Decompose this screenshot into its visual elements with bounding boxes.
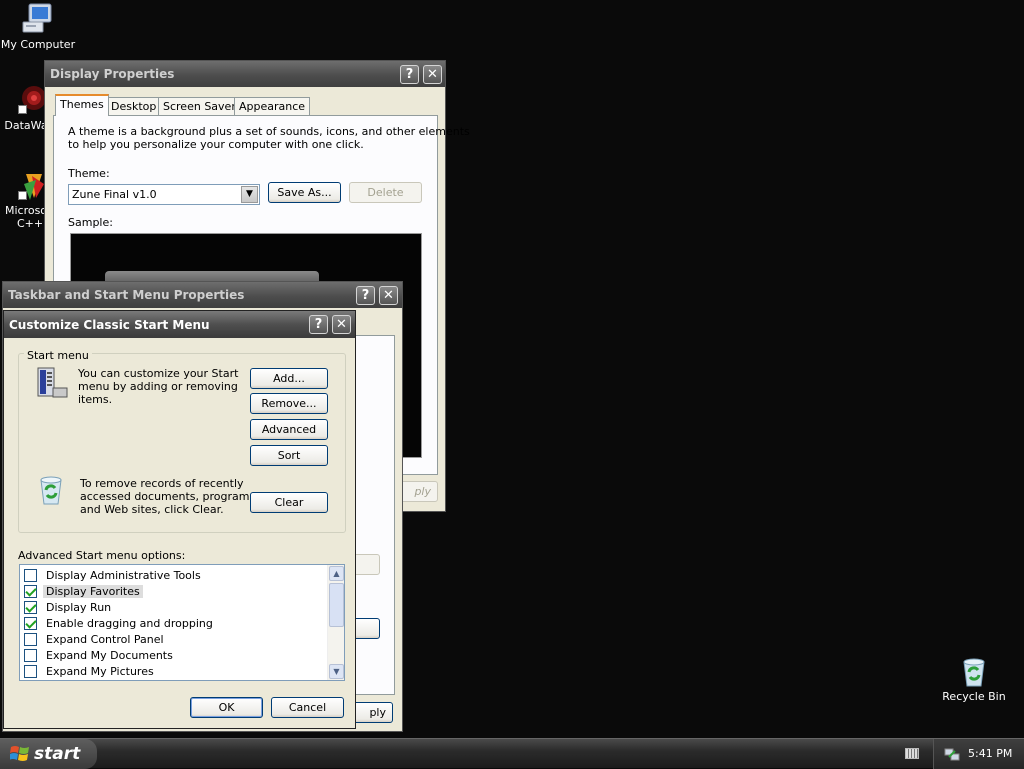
shortcut-arrow-icon xyxy=(18,191,27,200)
windows-logo-icon xyxy=(10,746,29,761)
network-icon[interactable] xyxy=(944,746,960,762)
list-item[interactable]: Display Favorites xyxy=(24,583,143,599)
theme-description-line2: to help you personalize your computer wi… xyxy=(68,138,364,151)
visual-cpp-icon xyxy=(14,170,46,202)
scroll-up-button[interactable]: ▲ xyxy=(329,566,344,581)
scroll-down-button[interactable]: ▼ xyxy=(329,664,344,679)
list-item[interactable]: Expand My Pictures xyxy=(24,663,157,679)
list-item[interactable]: Display Administrative Tools xyxy=(24,567,204,583)
tab-screen-saver[interactable]: Screen Saver xyxy=(158,97,241,115)
option-checkbox[interactable] xyxy=(24,584,37,598)
tab-themes[interactable]: Themes xyxy=(55,94,109,116)
customize-start-menu-dialog: Customize Classic Start Menu ? ✕ Start m… xyxy=(3,310,356,729)
option-label: Display Administrative Tools xyxy=(46,568,201,582)
computer-icon xyxy=(22,3,52,33)
dialog-title: Customize Classic Start Menu xyxy=(9,317,210,332)
scroll-thumb[interactable] xyxy=(329,583,344,627)
sample-label: Sample: xyxy=(68,216,113,229)
advanced-button[interactable]: Advanced xyxy=(250,419,328,440)
advanced-options-list[interactable]: Display Administrative Tools Display Favo… xyxy=(19,564,345,681)
start-menu-group-label: Start menu xyxy=(24,349,92,362)
list-item[interactable]: Expand Control Panel xyxy=(24,631,167,647)
chevron-down-icon[interactable]: ▼ xyxy=(241,186,258,203)
desktop-icon-recycle-bin[interactable]: Recycle Bin xyxy=(936,656,1012,703)
clear-button[interactable]: Clear xyxy=(250,492,328,513)
option-label: Enable dragging and dropping xyxy=(46,616,213,630)
window-title: Taskbar and Start Menu Properties xyxy=(8,288,245,302)
keyboard-icon[interactable] xyxy=(905,748,919,759)
start-menu-customize-icon xyxy=(37,367,68,398)
clear-description-l3: and Web sites, click Clear. xyxy=(80,503,224,516)
option-checkbox[interactable] xyxy=(24,632,37,646)
customize-description-l3: items. xyxy=(78,393,113,406)
recycle-bin-icon xyxy=(963,658,985,687)
help-button[interactable]: ? xyxy=(400,65,419,84)
recycle-clear-icon xyxy=(40,476,62,505)
option-label: Expand Control Panel xyxy=(46,632,164,646)
theme-description-line1: A theme is a background plus a set of so… xyxy=(68,125,470,138)
list-item[interactable]: Display Run xyxy=(24,599,114,615)
window-title: Display Properties xyxy=(50,67,175,81)
start-button[interactable]: start xyxy=(0,739,97,769)
start-label: start xyxy=(34,744,81,764)
desktop-icon-label: DataWa xyxy=(4,119,48,132)
close-button[interactable]: ✕ xyxy=(332,315,351,334)
advanced-options-label: Advanced Start menu options: xyxy=(18,549,186,562)
close-button[interactable]: ✕ xyxy=(423,65,442,84)
desktop-icon-my-computer[interactable]: My Computer xyxy=(0,2,76,51)
delete-button[interactable]: Delete xyxy=(349,182,422,203)
sort-button[interactable]: Sort xyxy=(250,445,328,466)
datawatch-icon xyxy=(14,84,46,116)
shortcut-arrow-icon xyxy=(18,105,27,114)
desktop-icon-label: My Computer xyxy=(0,38,76,51)
list-item[interactable]: Enable dragging and dropping xyxy=(24,615,216,631)
system-tray: 5:41 PM xyxy=(933,739,1024,769)
option-checkbox[interactable] xyxy=(24,616,37,630)
option-label: Display Favorites xyxy=(43,584,143,598)
add-button[interactable]: Add... xyxy=(250,368,328,389)
ok-button[interactable]: OK xyxy=(190,697,263,718)
theme-select-value: Zune Final v1.0 xyxy=(72,188,157,201)
clock[interactable]: 5:41 PM xyxy=(968,747,1012,760)
taskbar: start 5:41 PM xyxy=(0,738,1024,769)
close-button[interactable]: ✕ xyxy=(379,286,398,305)
option-checkbox[interactable] xyxy=(24,568,37,582)
cancel-button[interactable]: Cancel xyxy=(271,697,344,718)
option-checkbox[interactable] xyxy=(24,664,37,678)
apply-button-partial[interactable]: ply xyxy=(352,702,393,723)
theme-select[interactable]: Zune Final v1.0 ▼ xyxy=(68,184,260,205)
clear-description-l1: To remove records of recently xyxy=(80,477,244,490)
help-button[interactable]: ? xyxy=(356,286,375,305)
option-checkbox[interactable] xyxy=(24,648,37,662)
customize-description-l2: menu by adding or removing xyxy=(78,380,238,393)
taskbar-properties-titlebar[interactable]: Taskbar and Start Menu Properties xyxy=(3,282,402,308)
list-item[interactable]: Expand My Documents xyxy=(24,647,176,663)
tab-appearance[interactable]: Appearance xyxy=(234,97,311,115)
customize-description-l1: You can customize your Start xyxy=(78,367,239,380)
help-button[interactable]: ? xyxy=(309,315,328,334)
option-label: Display Run xyxy=(46,600,112,614)
display-properties-titlebar[interactable]: Display Properties xyxy=(45,61,445,87)
remove-button[interactable]: Remove... xyxy=(250,393,328,414)
customize-titlebar[interactable]: Customize Classic Start Menu xyxy=(4,311,355,338)
properties-button-partial[interactable] xyxy=(352,618,380,639)
theme-label: Theme: xyxy=(68,167,110,180)
tab-desktop[interactable]: Desktop xyxy=(106,97,162,115)
customize-button-partial[interactable] xyxy=(352,554,380,575)
option-label: Expand My Documents xyxy=(46,648,173,662)
clear-description-l2: accessed documents, programs, xyxy=(80,490,259,503)
options-scrollbar[interactable]: ▲ ▼ xyxy=(327,565,344,680)
option-checkbox[interactable] xyxy=(24,600,37,614)
save-as-button[interactable]: Save As... xyxy=(268,182,341,203)
option-label: Expand My Pictures xyxy=(46,664,154,678)
desktop-icon-label: Recycle Bin xyxy=(942,690,1006,703)
